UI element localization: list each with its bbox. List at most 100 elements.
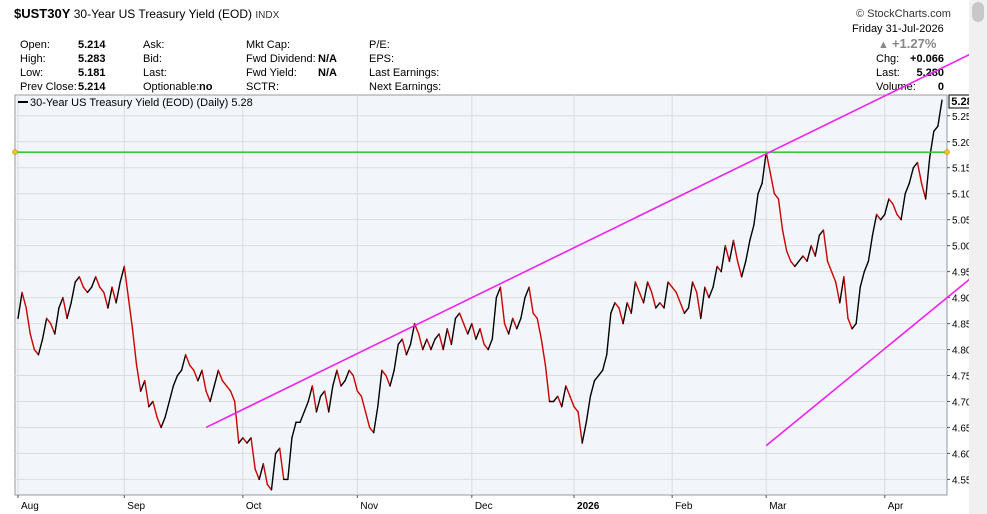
price-segment [315, 395, 322, 413]
x-axis: AugSepOctNovDec2026FebMarAprMayJunJul [17, 495, 904, 512]
x-tick-label: Feb [675, 501, 693, 512]
price-segment [675, 291, 682, 304]
sctr-label: SCTR: [246, 81, 279, 93]
price-segment [916, 161, 923, 185]
price-segment [606, 312, 612, 356]
x-tick-label: Dec [475, 501, 493, 512]
price-segment [409, 322, 416, 346]
price-segment [21, 291, 27, 309]
price-segment [929, 130, 935, 159]
price-segment [937, 99, 943, 127]
price-segment [757, 182, 763, 195]
price-segment [356, 390, 363, 397]
price-segment [99, 286, 105, 294]
high-value: 5.283 [78, 53, 106, 65]
upper-channel-line [205, 45, 987, 429]
price-segment [736, 260, 743, 278]
price-segment [712, 265, 718, 288]
price-segment [773, 193, 780, 200]
price-segment [225, 385, 232, 392]
x-tick-label: Mar [769, 501, 787, 512]
fwddiv-value: N/A [318, 53, 337, 65]
price-segment [483, 343, 489, 351]
line-anchor [12, 149, 18, 155]
price-segment [536, 317, 543, 340]
price-segment [323, 390, 330, 413]
x-tick-label: Aug [21, 501, 39, 512]
vertical-scrollbar[interactable] [969, 0, 987, 514]
price-segment [119, 265, 126, 283]
scrollbar-thumb[interactable] [972, 2, 984, 22]
price-segment [634, 281, 641, 294]
price-segment [540, 338, 547, 366]
exchange: INDX [255, 10, 280, 21]
price-segment [495, 286, 502, 299]
change-label: Chg: [876, 53, 900, 65]
price-segment [70, 281, 76, 304]
legend-label: 30-Year US Treasury Yield (EOD) (Daily) … [30, 97, 253, 109]
price-segment [458, 312, 465, 325]
price-segment [740, 260, 747, 278]
price-segment [630, 281, 637, 314]
price-segment [364, 411, 371, 429]
volume-value: 0 [937, 81, 944, 93]
price-segment [389, 369, 395, 387]
price-segment [544, 364, 551, 403]
price-segment [193, 369, 199, 382]
price-segment [397, 338, 404, 346]
last-price-label: Last: [876, 67, 900, 79]
low-value: 5.181 [78, 67, 106, 79]
price-segment [863, 260, 870, 273]
price-segment [691, 281, 698, 294]
price-segment [413, 322, 420, 335]
price-segment [601, 354, 608, 372]
price-segment [45, 317, 52, 325]
price-segment [66, 302, 72, 320]
price-segment [434, 333, 440, 340]
fwddiv-label: Fwd Dividend: [246, 53, 316, 65]
price-segment [822, 229, 829, 262]
price-segment [86, 286, 93, 294]
price-segment [830, 270, 837, 283]
price-segment [467, 322, 473, 335]
price-segment [785, 250, 792, 262]
low-label: Low: [20, 67, 44, 79]
price-segment [82, 286, 89, 294]
mktcap-label: Mkt Cap: [246, 39, 291, 51]
price-segment [319, 390, 326, 397]
price-segment [152, 400, 158, 418]
price-segment [859, 270, 866, 288]
price-segment [687, 281, 694, 309]
price-segment [745, 239, 751, 262]
price-segment [270, 452, 277, 491]
price-segment [438, 333, 444, 351]
price-segment [160, 416, 166, 429]
price-segment [708, 286, 714, 299]
price-segment [368, 426, 375, 434]
price-segment [569, 395, 575, 408]
price-segment [33, 348, 40, 356]
fwdyield-label: Fwd Yield: [246, 67, 297, 79]
price-segment [393, 343, 399, 372]
price-segment [704, 286, 710, 299]
price-segment [213, 369, 220, 387]
price-segment [626, 302, 632, 314]
price-segment [589, 380, 596, 397]
x-tick-label: Sep [127, 501, 145, 512]
price-segment [896, 213, 902, 221]
price-segment [405, 343, 412, 356]
price-segment [90, 276, 97, 288]
price-segment [732, 239, 739, 262]
price-segment [720, 244, 727, 273]
price-segment [107, 286, 113, 309]
ask-label: Ask: [143, 39, 165, 51]
price-segment [875, 213, 882, 221]
price-segment [924, 156, 931, 200]
price-segment [847, 317, 853, 330]
price-segment [597, 369, 604, 377]
price-segment [655, 302, 661, 309]
last-price-value: 5.280 [916, 67, 944, 79]
line-anchor [944, 149, 950, 155]
price-segment [700, 286, 706, 320]
price-segment [176, 369, 183, 377]
